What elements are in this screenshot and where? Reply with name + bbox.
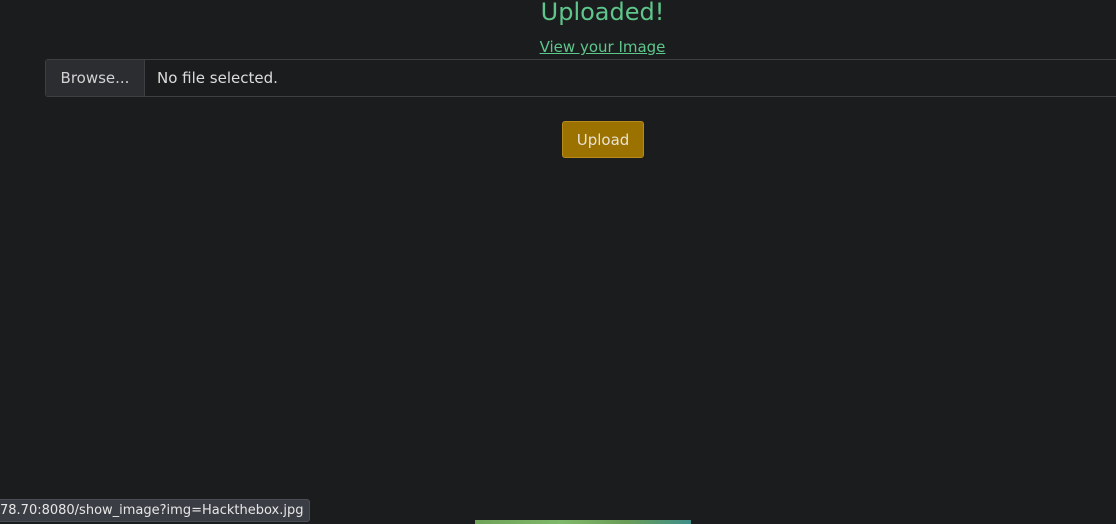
browse-button[interactable]: Browse... <box>46 60 145 96</box>
page: Uploaded! View your Image Browse... No f… <box>0 0 1116 524</box>
link-status-bar: 78.70:8080/show_image?img=Hackthebox.jpg <box>0 499 311 522</box>
image-preview <box>475 520 691 524</box>
file-name-display: No file selected. <box>157 69 278 87</box>
file-input[interactable]: Browse... No file selected. <box>45 59 1116 97</box>
view-image-link[interactable]: View your Image <box>540 38 666 56</box>
upload-button[interactable]: Upload <box>562 121 644 158</box>
view-image-link-container: View your Image <box>0 37 1116 57</box>
upload-status-heading: Uploaded! <box>540 0 665 26</box>
